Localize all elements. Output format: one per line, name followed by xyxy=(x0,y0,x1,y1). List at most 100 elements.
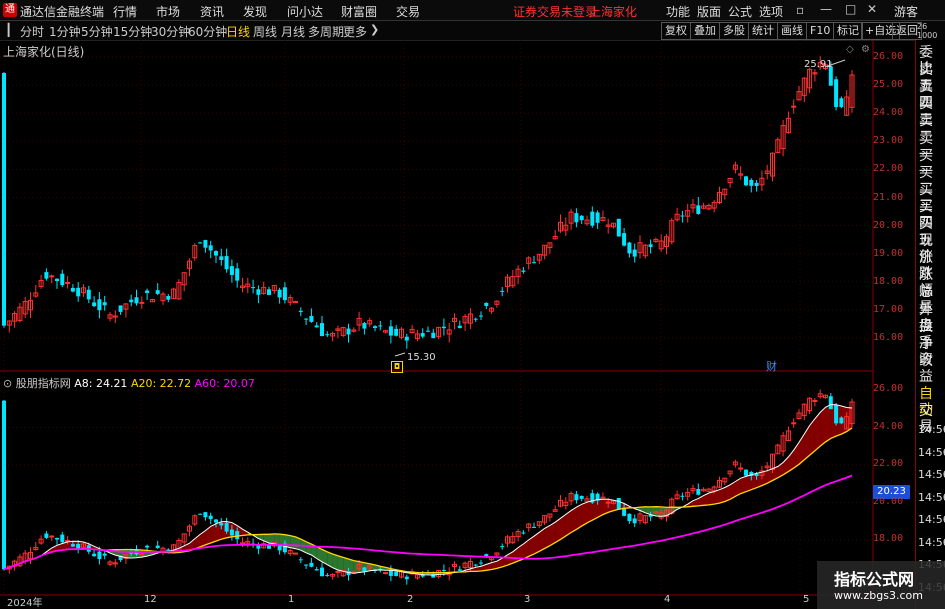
candle-body xyxy=(129,299,134,303)
btn-draw[interactable]: 画线 xyxy=(777,22,807,40)
login-status[interactable]: 证券交易未登录 xyxy=(513,3,597,20)
minimize-icon[interactable]: — xyxy=(820,2,832,16)
btn-mark[interactable]: 标记 xyxy=(833,22,863,40)
period-more[interactable]: 更多 xyxy=(343,23,367,40)
candle-body xyxy=(97,299,102,311)
candle-body xyxy=(579,495,584,499)
trend-ribbon xyxy=(576,504,582,530)
trend-ribbon xyxy=(544,525,550,549)
period-tick[interactable]: ┃ xyxy=(5,23,12,37)
candle-body xyxy=(2,73,6,326)
x-axis-label: 2 xyxy=(407,594,414,605)
indicator-axis-tick: 26.00 xyxy=(873,383,904,394)
candle-body xyxy=(145,290,150,294)
close-icon[interactable]: ✕ xyxy=(867,2,877,16)
financial-marker[interactable]: 财 xyxy=(766,358,777,374)
candle-body xyxy=(479,315,483,317)
candle-body xyxy=(362,567,367,572)
period-1min[interactable]: 1分钟 xyxy=(49,23,81,40)
candle-body xyxy=(605,501,611,504)
candle-body xyxy=(198,242,203,244)
candle-body xyxy=(208,515,213,520)
btn-overlay[interactable]: 叠加 xyxy=(690,22,720,40)
candle-body xyxy=(648,244,653,247)
menu-quotes[interactable]: 行情 xyxy=(113,3,137,20)
menu-discover[interactable]: 发现 xyxy=(243,3,267,20)
candle-body xyxy=(680,215,685,217)
main-axis-tick: 24.00 xyxy=(873,107,904,119)
candle-body xyxy=(293,300,298,303)
candle-body xyxy=(320,567,324,577)
period-30min[interactable]: 30分钟 xyxy=(151,23,190,40)
btn-multi-stock[interactable]: 多股 xyxy=(719,22,749,40)
indicator-toggle-icon[interactable]: ⊙ xyxy=(3,377,12,390)
menu-layout[interactable]: 版面 xyxy=(697,3,721,20)
period-intraday[interactable]: 分时 xyxy=(20,23,44,40)
candle-body xyxy=(457,569,462,571)
btn-adjust[interactable]: 复权 xyxy=(661,22,691,40)
period-60min[interactable]: 60分钟 xyxy=(188,23,227,40)
trade-time: 14:56 xyxy=(918,490,945,504)
menu-ask[interactable]: 问小达 xyxy=(287,3,323,20)
main-axis-tick: 26.00 xyxy=(873,51,904,62)
period-15min[interactable]: 15分钟 xyxy=(113,23,152,40)
side-label[interactable]: 收益 xyxy=(919,353,945,385)
candle-body xyxy=(214,251,218,256)
period-multi[interactable]: 多周期 xyxy=(308,23,344,40)
event-marker-icon[interactable]: ◘ xyxy=(391,361,403,373)
menu-formula[interactable]: 公式 xyxy=(728,3,752,20)
menu-options[interactable]: 选项 xyxy=(759,3,783,20)
guest-label[interactable]: 游客 xyxy=(894,3,918,20)
candle-body xyxy=(500,546,505,548)
kline-chart-area[interactable] xyxy=(0,40,915,609)
x-axis-label: 4 xyxy=(664,594,671,605)
chart-settings-icon[interactable]: ⚙ xyxy=(861,44,870,55)
menu-trade[interactable]: 交易 xyxy=(396,3,420,20)
candle-body xyxy=(219,256,224,261)
period-daily[interactable]: 日线 xyxy=(226,23,250,40)
candle-body xyxy=(256,289,261,295)
maximize-icon[interactable]: □ xyxy=(845,2,856,16)
trade-time: 14:56 xyxy=(918,513,945,526)
candle-body xyxy=(616,497,621,510)
diamond-icon[interactable]: ◇ xyxy=(846,44,854,55)
period-5min[interactable]: 5分钟 xyxy=(81,23,113,40)
candle-body xyxy=(627,513,632,522)
period-weekly[interactable]: 周线 xyxy=(253,23,277,40)
candle-body xyxy=(627,242,632,254)
candle-body xyxy=(44,533,49,538)
trend-ribbon xyxy=(205,526,211,545)
main-axis-tick: 19.00 xyxy=(873,247,904,259)
candle-body xyxy=(420,333,425,337)
btn-f10[interactable]: F10 xyxy=(806,22,835,40)
indicator-legend: ⊙ 股朋指标网 A8: 24.21 A20: 22.72 A60: 20.07 xyxy=(3,375,255,391)
title-stock-name: 上海家化 xyxy=(589,5,638,19)
high-price-label: 25.91 xyxy=(804,59,833,70)
candle-body xyxy=(521,532,526,534)
app-title: 通达信金融终端 xyxy=(20,5,105,19)
menu-news[interactable]: 资讯 xyxy=(200,3,224,20)
btn-stats[interactable]: 统计 xyxy=(748,22,778,40)
more-chevron-icon[interactable]: ❯ xyxy=(370,23,379,36)
main-axis-tick: 16.00 xyxy=(873,332,904,343)
main-axis-tick: 20.00 xyxy=(873,219,904,231)
menu-function[interactable]: 功能 xyxy=(666,3,690,20)
menu-market[interactable]: 市场 xyxy=(156,3,180,20)
minimize-to-tray-icon[interactable]: ▫ xyxy=(796,3,804,17)
candle-body xyxy=(112,562,118,565)
candle-body xyxy=(532,262,536,264)
indicator-name[interactable]: 股朋指标网 xyxy=(16,377,71,390)
candle-body xyxy=(282,287,287,301)
period-monthly[interactable]: 月线 xyxy=(281,23,305,40)
candle-body xyxy=(314,325,319,328)
candle-body xyxy=(320,323,324,337)
candle-body xyxy=(473,318,478,320)
candle-body xyxy=(744,469,748,476)
candle-body xyxy=(155,290,160,294)
trade-time: 14:56 xyxy=(918,423,945,436)
candle-body xyxy=(834,404,839,424)
candle-body xyxy=(754,182,759,186)
x-axis-label: 2024年 xyxy=(7,598,43,609)
trade-time: 14:56 xyxy=(918,445,945,459)
menu-wealth[interactable]: 财富圈 xyxy=(341,3,377,20)
